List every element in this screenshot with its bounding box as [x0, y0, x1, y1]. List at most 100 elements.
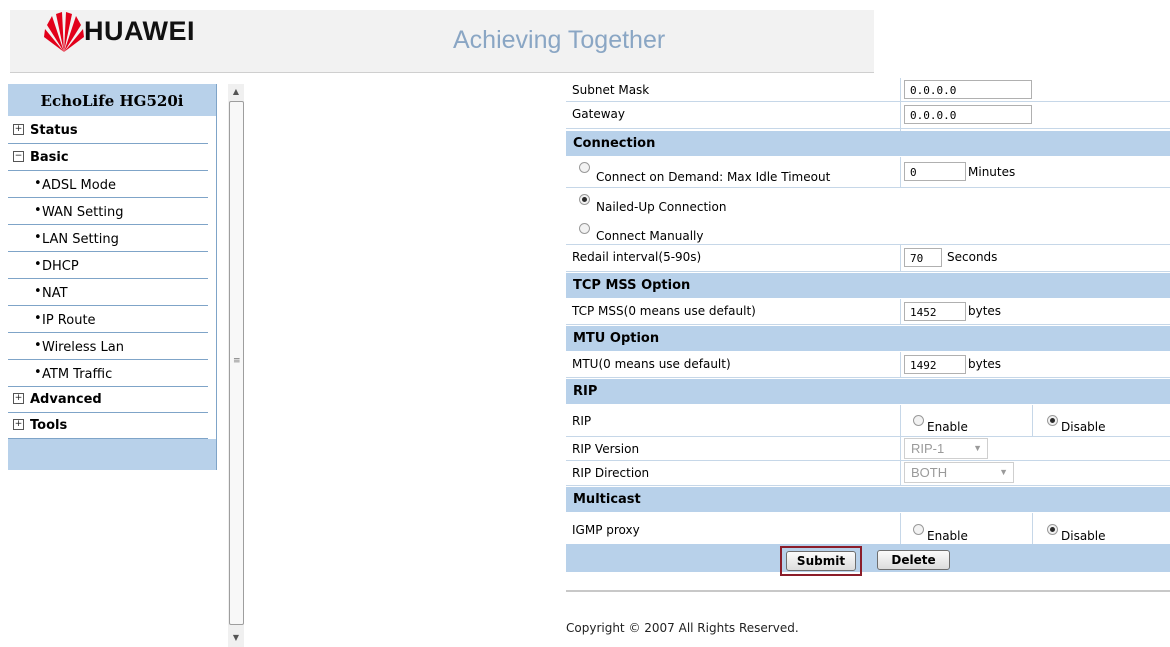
connect-manually-row: Connect Manually: [566, 217, 1170, 245]
redial-interval-unit: Seconds: [947, 250, 998, 264]
scroll-up-arrow-icon[interactable]: ▲: [228, 84, 244, 100]
connect-on-demand-label: Connect on Demand: Max Idle Timeout: [596, 170, 831, 184]
connect-on-demand-radio[interactable]: [579, 162, 590, 173]
bullet-icon: •: [34, 311, 42, 326]
redial-interval-row: Redail interval(5-90s) 70 Seconds: [566, 245, 1170, 272]
sidebar-subitem-wireless-lan[interactable]: • Wireless Lan: [8, 333, 208, 360]
dropdown-arrow-icon: ▼: [973, 443, 982, 453]
brand-name: HUAWEI: [84, 16, 195, 46]
sidebar-subitem-lan-setting[interactable]: • LAN Setting: [8, 225, 208, 252]
tcp-mss-row: TCP MSS(0 means use default) 1452 bytes: [566, 299, 1170, 325]
sidebar-item-basic[interactable]: − Basic: [8, 144, 208, 171]
sidebar-subitem-label: ATM Traffic: [42, 367, 113, 382]
nailed-up-row: Nailed-Up Connection: [566, 188, 1170, 216]
sidebar-subitem-nat[interactable]: • NAT: [8, 279, 208, 306]
nailed-up-radio[interactable]: [579, 194, 590, 205]
column-divider: [1032, 513, 1033, 544]
sidebar-subitem-adsl-mode[interactable]: • ADSL Mode: [8, 171, 208, 198]
expand-icon[interactable]: +: [13, 393, 24, 404]
section-title: TCP MSS Option: [573, 278, 691, 293]
subnet-mask-row: Subnet Mask 0.0.0.0: [566, 78, 1170, 102]
rip-direction-select[interactable]: BOTH ▼: [904, 462, 1014, 483]
sidebar-subitem-label: WAN Setting: [42, 205, 124, 220]
rip-label: RIP: [572, 414, 592, 428]
rip-direction-value: BOTH: [911, 465, 948, 480]
rip-enable-label: Enable: [927, 420, 968, 434]
sidebar-subitem-label: ADSL Mode: [42, 178, 116, 193]
tcp-mss-input[interactable]: 1452: [904, 302, 966, 321]
column-divider: [900, 352, 901, 377]
rip-disable-radio[interactable]: [1047, 415, 1058, 426]
sidebar-subitem-dhcp[interactable]: • DHCP: [8, 252, 208, 279]
submit-button[interactable]: Submit: [786, 551, 856, 571]
wan-settings-form: Subnet Mask 0.0.0.0 Gateway 0.0.0.0 Conn…: [566, 78, 1170, 578]
bullet-icon: •: [34, 338, 42, 353]
section-title: Connection: [573, 136, 656, 151]
sidebar-item-status[interactable]: + Status: [8, 117, 208, 144]
rip-version-label: RIP Version: [572, 442, 640, 456]
redial-interval-label: Redail interval(5-90s): [572, 250, 702, 264]
sidebar-subitem-label: DHCP: [42, 259, 79, 274]
sidebar-item-advanced[interactable]: + Advanced: [8, 386, 208, 413]
sidebar-subitem-label: NAT: [42, 286, 68, 301]
dropdown-arrow-icon: ▼: [999, 467, 1008, 477]
gateway-row: Gateway 0.0.0.0: [566, 102, 1170, 129]
sidebar-subitem-label: LAN Setting: [42, 232, 119, 247]
idle-timeout-input[interactable]: 0: [904, 162, 966, 181]
bullet-icon: •: [34, 230, 42, 245]
redial-interval-input[interactable]: 70: [904, 248, 942, 267]
rip-direction-label: RIP Direction: [572, 466, 650, 480]
scroll-down-arrow-icon[interactable]: ▼: [228, 630, 244, 646]
expand-icon[interactable]: +: [13, 419, 24, 430]
rip-row: RIP Enable Disable: [566, 405, 1170, 437]
button-bar: [566, 544, 1170, 572]
rip-version-row: RIP Version RIP-1 ▼: [566, 437, 1170, 461]
section-mtu: MTU Option: [566, 326, 1170, 351]
sidebar-nav: EchoLife HG520i + Status − Basic • ADSL …: [8, 84, 217, 470]
scrollbar[interactable]: ▲ ≡ ▼: [228, 84, 244, 647]
delete-button[interactable]: Delete: [877, 550, 950, 570]
igmp-enable-label: Enable: [927, 529, 968, 543]
rip-version-select[interactable]: RIP-1 ▼: [904, 438, 988, 459]
sidebar-item-tools[interactable]: + Tools: [8, 412, 208, 439]
igmp-disable-radio[interactable]: [1047, 524, 1058, 535]
subnet-mask-label: Subnet Mask: [572, 83, 650, 97]
mtu-unit: bytes: [968, 357, 1002, 371]
copyright-text: Copyright © 2007 All Rights Reserved.: [566, 621, 799, 635]
bullet-icon: •: [34, 176, 42, 191]
igmp-enable-radio[interactable]: [913, 524, 924, 535]
rip-direction-row: RIP Direction BOTH ▼: [566, 461, 1170, 486]
tcp-mss-label: TCP MSS(0 means use default): [572, 304, 756, 318]
sidebar-subitem-ip-route[interactable]: • IP Route: [8, 306, 208, 333]
collapse-icon[interactable]: −: [13, 151, 24, 162]
column-divider: [900, 513, 901, 544]
connect-manually-label: Connect Manually: [596, 229, 704, 243]
mtu-row: MTU(0 means use default) 1492 bytes: [566, 352, 1170, 378]
expand-icon[interactable]: +: [13, 124, 24, 135]
device-title: EchoLife HG520i: [8, 84, 216, 116]
bullet-icon: •: [34, 257, 42, 272]
sidebar-item-label: Advanced: [30, 392, 102, 407]
sidebar-subitem-label: Wireless Lan: [42, 340, 124, 355]
mtu-input[interactable]: 1492: [904, 355, 966, 374]
column-divider: [900, 299, 901, 324]
bullet-icon: •: [34, 203, 42, 218]
bullet-icon: •: [34, 365, 42, 380]
slogan: Achieving Together: [453, 26, 666, 54]
connect-manually-radio[interactable]: [579, 223, 590, 234]
section-title: Multicast: [573, 492, 641, 507]
section-tcp-mss: TCP MSS Option: [566, 273, 1170, 298]
footer-divider: [566, 590, 1170, 592]
sidebar-subitem-label: IP Route: [42, 313, 96, 328]
header: HUAWEI Achieving Together: [0, 0, 875, 74]
igmp-proxy-row: IGMP proxy Enable Disable: [566, 513, 1170, 544]
igmp-disable-label: Disable: [1061, 529, 1106, 543]
rip-enable-radio[interactable]: [913, 415, 924, 426]
gateway-input[interactable]: 0.0.0.0: [904, 105, 1032, 124]
connect-on-demand-row: Connect on Demand: Max Idle Timeout 0 Mi…: [566, 157, 1170, 188]
sidebar-subitem-wan-setting[interactable]: • WAN Setting: [8, 198, 208, 225]
section-title: MTU Option: [573, 331, 660, 346]
sidebar-subitem-atm-traffic[interactable]: • ATM Traffic: [8, 360, 208, 387]
scroll-thumb[interactable]: ≡: [229, 101, 244, 625]
subnet-mask-input[interactable]: 0.0.0.0: [904, 80, 1032, 99]
